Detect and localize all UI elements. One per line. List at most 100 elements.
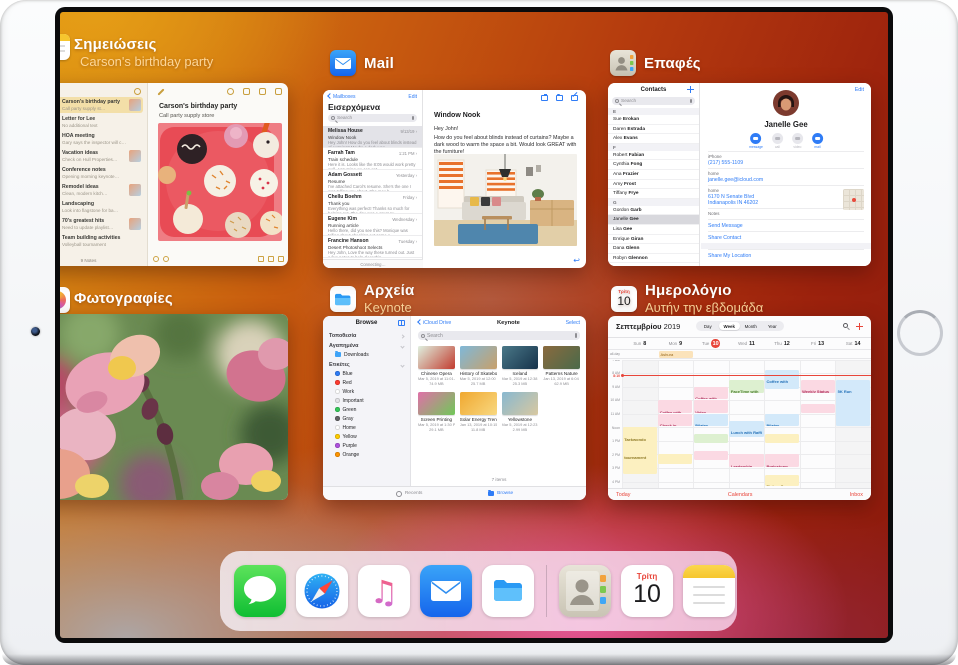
contacts-app-icon [610,50,636,76]
calendar-header: Σεπτεμβρίου 2019 DayWeekMonthYear [608,316,871,338]
search-icon [615,99,619,103]
file-item: YellowstoneMar 5, 2019 at 12:23 PM2.99 M… [502,392,539,432]
files-tag: Red [323,378,410,387]
contact-row: Tiffany Frye [608,189,699,199]
dock-contacts-icon[interactable] [559,565,611,617]
mail-action-button: mail [812,133,823,149]
notes-app-label: Σημειώσεις Carson's birthday party [74,36,213,69]
contact-row: Amy Frost [608,180,699,190]
contacts-list-title: Contacts [608,87,699,93]
day-header: Fri13 [800,338,836,349]
note-list-item: Conference notesOpening morning keynote… [60,165,143,181]
call-action-button: call [772,133,783,149]
select-button: Select [566,320,580,326]
note-thumbnail [129,218,141,230]
calendar-app-thumbnail[interactable]: Σεπτεμβρίου 2019 DayWeekMonthYear Sun8Mo… [608,316,871,500]
home-button[interactable] [897,310,943,356]
front-camera-icon [31,327,40,336]
mail-app-thumbnail[interactable]: Mailboxes Edit Εισερχόμενα Search Meliss… [323,90,586,268]
contact-field: homejanelle.gee@icloud.com [708,168,864,185]
files-app-thumbnail[interactable]: Browse ΤοποθεσίαΑγαπημέναDownloadsΕτικέτ… [323,316,586,500]
note-list-item: Vacation ideasCheck on Hull Properties… [60,148,143,164]
mail-search-field: Search [328,114,417,122]
calendar-event: Coffee with GuillermoPhilz Coffee [694,387,728,400]
contacts-app-label: Επαφές [610,50,701,76]
message-body: How do you feel about blinds instead of … [434,135,578,156]
notes-app-subtitle: Carson's birthday party [80,54,213,69]
note-list-item: Carson's birthday partyCall party supply… [60,97,143,113]
calendar-event: Pickup Sam from taekwondo [765,475,799,486]
file-item: Solar Energy TrendsJan 13, 2019 at 10:15… [460,392,497,432]
file-item: Screen PrintingMar 5, 2019 at 1:30 PM29.… [418,392,455,432]
calendar-app-subtitle: Αυτήν την εβδομάδα [645,300,763,315]
contacts-search-field: Search [612,97,695,105]
mic-icon [575,333,578,338]
contacts-app-name: Επαφές [644,55,701,72]
notes-sidebar: Carson's birthday partyCall party supply… [60,83,148,266]
view-option: Year [762,322,784,330]
dock-music-icon[interactable]: ♫ [358,565,410,617]
day-header: Mon9 [658,338,694,349]
contact-link: Send Message [708,219,864,231]
map-thumbnail [843,189,864,210]
mail-message-row: Melissa House9/13/19 › Window NookHey Jo… [323,126,422,148]
contact-row: Dana Glenn [608,244,699,254]
notes-editor: Carson's birthday party Call party suppl… [149,83,288,266]
files-section: Αγαπημένα [323,340,410,350]
dock-files-icon[interactable] [482,565,534,617]
calendar-event: FaceTime with grandma [729,380,763,393]
message-subject: Window Nook [434,112,480,119]
notes-sort-icon [134,88,141,95]
photos-app-thumbnail[interactable] [60,314,288,500]
tab-browse: Browse [488,491,513,496]
dock-separator [546,565,547,617]
note-list-item: Team building activitiesVolleyball tourn… [60,233,143,249]
photos-app-name: Φωτογραφίες [74,290,173,307]
dock-calendar-icon[interactable]: Τρίτη10 [621,565,673,617]
calendar-event: Brainstorm [765,454,799,467]
dock-notes-icon[interactable] [683,565,735,617]
contact-field: iPhone(217) 555-1109 [708,151,864,168]
note-thumbnail [129,150,141,162]
file-item: History of SkateboardsMar 5, 2019 at 12:… [460,346,497,386]
view-option: Month [740,322,762,330]
photos-app-label: Φωτογραφίες [74,290,173,307]
dock-safari-icon[interactable] [296,565,348,617]
mail-message-row: Francine HansonTuesday › Desert Photosho… [323,236,422,258]
day-header: Sat14 [835,338,871,349]
files-browser: iCloud Drive Keynote Select Search Chine… [412,316,586,486]
trash-icon [541,95,548,101]
inbox-button: Inbox [850,492,863,498]
view-segmented-control: DayWeekMonthYear [696,321,784,331]
notes-app-thumbnail[interactable]: Carson's birthday partyCall party supply… [60,83,288,266]
mail-message-row: Chellu BoehmFriday › Thank youEverything… [323,192,422,214]
contact-link: Share Contact [708,231,864,243]
cupcakes-photo [158,123,282,241]
day-header: Wed11 [729,338,765,349]
file-item: Chinese OperaMar 5, 2019 at 11:01 AM74.9… [418,346,455,386]
day-header: Tue10 [693,338,729,349]
contact-field: home6170 N Senate Blvd Indianapolis IN 4… [708,185,864,208]
calendar-event: Coffee with GuillermoPhilz Coffee [658,400,692,413]
note-list-item: HOA meetingGary says the inspector will … [60,131,143,147]
week-grid: 7 AM8 AM9 AM10 AM11 AMNoon1 PM2 PM3 PM4 … [608,360,871,489]
contact-row: Enrique Giran [608,235,699,245]
section-header: F [608,144,699,151]
mail-message-row: Farrah Tam1:21 PM › Train scheduleHere i… [323,148,422,170]
current-time-line [622,375,871,376]
calendar-event: Check in [658,414,692,427]
room-photo [434,154,577,246]
dock-mail-icon[interactable] [420,565,472,617]
calendar-icon-day: 10 [611,294,637,308]
compose-icon [275,88,282,95]
calendar-event: Leadership Conference [729,454,763,467]
contacts-app-thumbnail[interactable]: Contacts Search ESue ErokanDaren Estrada… [608,83,871,266]
contacts-list-pane: Contacts Search ESue ErokanDaren Estrada… [608,83,700,266]
month-title: Σεπτεμβρίου 2019 [616,322,680,331]
dock-messages-icon[interactable] [234,565,286,617]
add-contact-icon [687,86,694,93]
checklist-icon [153,256,159,262]
calendar-app-icon: Τρίτη 10 [611,286,637,312]
files-tab-bar: Recents Browse [323,486,586,500]
calendar-event: Choir practice [658,454,692,463]
